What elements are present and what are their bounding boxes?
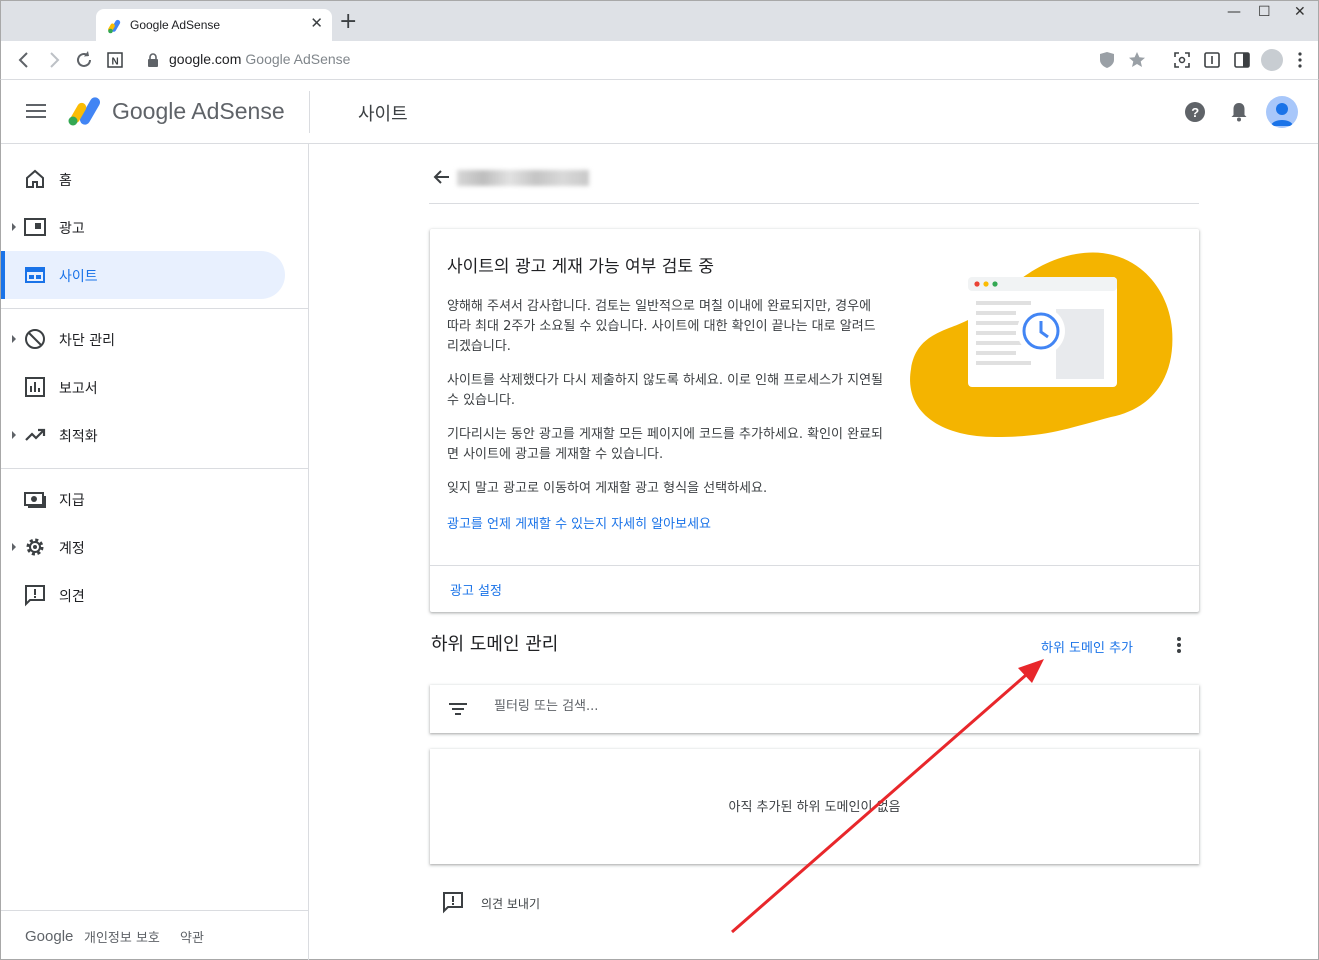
learn-more-link[interactable]: 광고를 언제 게재할 수 있는지 자세히 알아보세요 [447,513,711,532]
footer-google-brand: Google [25,928,74,945]
review-paragraph-3: 기다리시는 동안 광고를 게재할 모든 페이지에 코드를 추가하세요. 확인이 … [447,427,884,462]
terms-link[interactable]: 약관 [180,927,204,946]
adsense-favicon-icon [108,19,121,34]
sidebar-item-label: 사이트 [59,269,98,285]
payments-icon [24,492,46,508]
expand-arrow-icon[interactable] [12,543,16,551]
ad-settings-link[interactable]: 광고 설정 [450,580,502,599]
expand-arrow-icon[interactable] [12,335,16,343]
help-icon[interactable]: ? [1183,100,1207,124]
sidebar-item-label: 최적화 [59,429,98,445]
reader-mode-icon[interactable] [1201,49,1223,71]
sidebar-footer: Google 개인정보 보호 약관 [1,910,309,960]
url-host: google.com [169,51,242,67]
shield-extension-icon[interactable] [1096,49,1118,71]
notifications-bell-icon[interactable] [1227,100,1251,124]
adsense-app: Google AdSense 사이트 ? 홈 광고 사이트 차단 관리 보고서 … [0,80,1319,960]
profile-avatar[interactable] [1261,49,1283,71]
account-avatar[interactable] [1266,96,1298,128]
sidebar-item-label: 지급 [59,493,85,509]
forward-icon[interactable] [43,49,65,71]
reports-icon [25,377,45,397]
address-bar[interactable]: google.com Google AdSense [169,51,350,67]
review-paragraph-1: 양해해 주셔서 감사합니다. 검토는 일반적으로 며칠 이내에 완료되지만, 경… [447,299,876,354]
card-divider [430,565,1199,566]
feedback-icon [25,585,45,607]
review-paragraph-4: 잊지 말고 광고로 이동하여 게재할 광고 형식을 선택하세요. [447,481,768,496]
sidebar-item-reports[interactable]: 보고서 [1,363,285,411]
sidebar-item-label: 홈 [59,173,72,189]
tab-title: Google AdSense [130,18,221,32]
expand-arrow-icon[interactable] [12,223,16,231]
brand-name: Google AdSense [112,98,285,124]
sidebar-nav: 홈 광고 사이트 차단 관리 보고서 최적화 지급 계정 의견 Google 개… [1,144,309,960]
sidebar-divider [1,308,309,309]
sidebar-item-label: 차단 관리 [59,333,115,349]
app-header: Google AdSense 사이트 ? [1,80,1318,144]
back-icon[interactable] [13,49,35,71]
minimize-icon[interactable]: — [1227,4,1241,20]
lock-icon[interactable] [147,53,159,67]
screenshot-icon[interactable] [1171,49,1193,71]
window-close-icon[interactable]: ✕ [1294,4,1306,20]
content-divider [429,203,1199,204]
block-icon [25,329,45,349]
send-feedback-label: 의견 보내기 [481,897,541,911]
empty-state-text: 아직 추가된 하위 도메인이 없음 [728,800,901,815]
url-page-title: Google AdSense [245,51,351,67]
person-icon [1271,103,1293,126]
sidebar-item-ads[interactable]: 광고 [1,203,285,251]
expand-arrow-icon[interactable] [12,431,16,439]
side-panel-icon[interactable] [1231,49,1253,71]
add-subdomain-button[interactable]: 하위 도메인 추가 [1041,637,1133,656]
privacy-link[interactable]: 개인정보 보호 [84,927,160,946]
filter-search-input[interactable] [494,699,894,714]
review-paragraph-2: 사이트를 삭제했다가 다시 제출하지 않도록 하세요. 이로 인해 프로세스가 … [447,373,884,408]
sidebar-item-blocking[interactable]: 차단 관리 [1,315,285,363]
subdomain-filter-bar [430,685,1199,733]
filter-icon[interactable] [448,700,468,718]
sidebar-item-sites[interactable]: 사이트 [1,251,285,299]
sidebar-item-payments[interactable]: 지급 [1,475,285,523]
more-options-icon[interactable] [1171,635,1187,655]
adsense-logo-icon [68,97,100,126]
review-card-title: 사이트의 광고 게재 가능 여부 검토 중 [447,257,715,277]
sidebar-item-optimization[interactable]: 최적화 [1,411,285,459]
review-clock-illustration [910,252,1173,437]
sidebar-item-label: 보고서 [59,381,98,397]
tab-close-icon[interactable]: ✕ [310,14,323,32]
home-icon [26,169,44,188]
new-tab-icon[interactable]: + [339,11,357,33]
sidebar-item-feedback[interactable]: 의견 [1,571,285,619]
ads-icon [24,218,46,236]
site-name-redacted [457,170,589,186]
sidebar-item-account[interactable]: 계정 [1,523,285,571]
bookmark-star-icon[interactable] [1126,49,1148,71]
gear-icon [26,538,44,556]
browser-menu-icon[interactable] [1289,49,1311,71]
browser-titlebar: Google AdSense ✕ + — ☐ ✕ [0,0,1319,42]
sites-icon [25,267,45,283]
svg-text:?: ? [1191,105,1199,120]
sidebar-item-label: 의견 [59,589,85,605]
browser-toolbar: N google.com Google AdSense [0,41,1319,80]
sidebar-item-home[interactable]: 홈 [1,155,285,203]
subdomain-section-title: 하위 도메인 관리 [431,634,559,655]
browser-tab[interactable]: Google AdSense ✕ [96,9,332,42]
sidebar-item-label: 계정 [59,541,85,557]
svg-text:N: N [112,57,119,68]
sidebar-divider [1,468,309,469]
subdomain-empty-state: 아직 추가된 하위 도메인이 없음 [430,749,1199,864]
header-divider [309,91,310,133]
reload-icon[interactable] [73,49,95,71]
sidebar-item-label: 광고 [59,221,85,237]
main-menu-icon[interactable] [26,104,46,120]
feedback-icon [443,892,463,914]
maximize-icon[interactable]: ☐ [1258,4,1271,20]
review-status-card: 사이트의 광고 게재 가능 여부 검토 중 양해해 주셔서 감사합니다. 검토는… [430,229,1199,612]
notion-extension-icon[interactable]: N [104,49,126,71]
page-title: 사이트 [358,104,408,125]
optimize-icon [25,428,46,441]
back-arrow-icon[interactable] [431,166,453,188]
